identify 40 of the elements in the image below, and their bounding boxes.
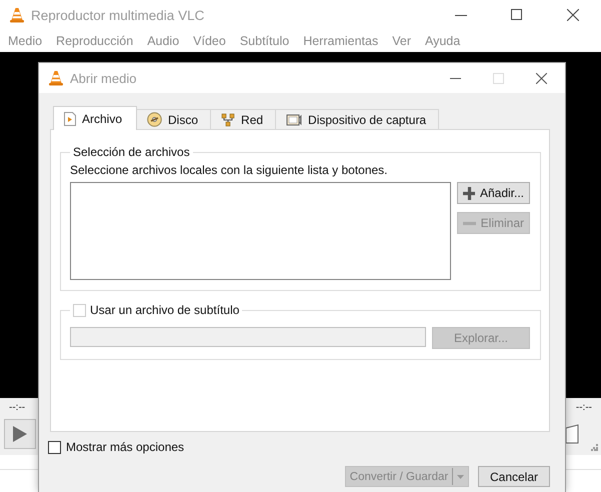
elapsed-time: --:-- <box>9 402 26 413</box>
tab[interactable]: Disco <box>136 109 212 129</box>
disc-icon <box>147 112 162 127</box>
close-icon[interactable] <box>567 9 579 21</box>
menu-item[interactable]: Herramientas <box>303 32 378 50</box>
instruction-text: Seleccione archivos locales con la siguiente lista y botones. <box>70 163 389 177</box>
tab[interactable]: Dispositivo de captura <box>275 109 440 129</box>
checkbox[interactable] <box>48 440 61 454</box>
add-button[interactable]: Añadir... <box>457 182 530 204</box>
total-time: --:-- <box>576 402 592 413</box>
traffic-cone-icon <box>48 70 64 86</box>
play-button[interactable] <box>4 419 36 449</box>
network-icon <box>221 112 236 126</box>
dropdown-arrow-icon <box>457 474 464 478</box>
dialog-title: Abrir medio <box>70 70 138 86</box>
group-title: Selección de archivos <box>73 145 190 159</box>
window-title: Reproductor multimedia VLC <box>31 8 206 22</box>
file-icon <box>64 112 76 126</box>
checkbox-label: Usar un archivo de subtítulo <box>90 303 240 317</box>
plus-icon <box>463 186 475 200</box>
menu-item[interactable]: Vídeo <box>193 32 226 50</box>
tab[interactable]: Archivo <box>53 106 138 130</box>
checkbox-label: Mostrar más opciones <box>66 440 184 454</box>
file-list[interactable] <box>70 182 451 280</box>
subtitle-file-field[interactable] <box>70 327 426 347</box>
tab[interactable]: Red <box>210 109 276 129</box>
menu-item[interactable]: Medio <box>8 32 42 50</box>
menu-item[interactable]: Subtítulo <box>240 32 290 50</box>
close-icon[interactable] <box>536 72 547 84</box>
menu-item[interactable]: Audio <box>147 32 180 50</box>
menu-item[interactable]: Ayuda <box>424 32 460 50</box>
capture-device-icon <box>286 112 302 126</box>
menu-item[interactable]: Reproducción <box>56 32 134 50</box>
maximize-icon <box>493 72 504 84</box>
maximize-icon[interactable] <box>511 9 523 21</box>
cancel-button[interactable]: Cancelar <box>478 466 550 487</box>
menu-item[interactable]: Ver <box>392 32 411 50</box>
play-icon <box>13 426 27 442</box>
resize-grip-icon[interactable] <box>591 444 598 451</box>
traffic-cone-icon <box>9 7 25 23</box>
